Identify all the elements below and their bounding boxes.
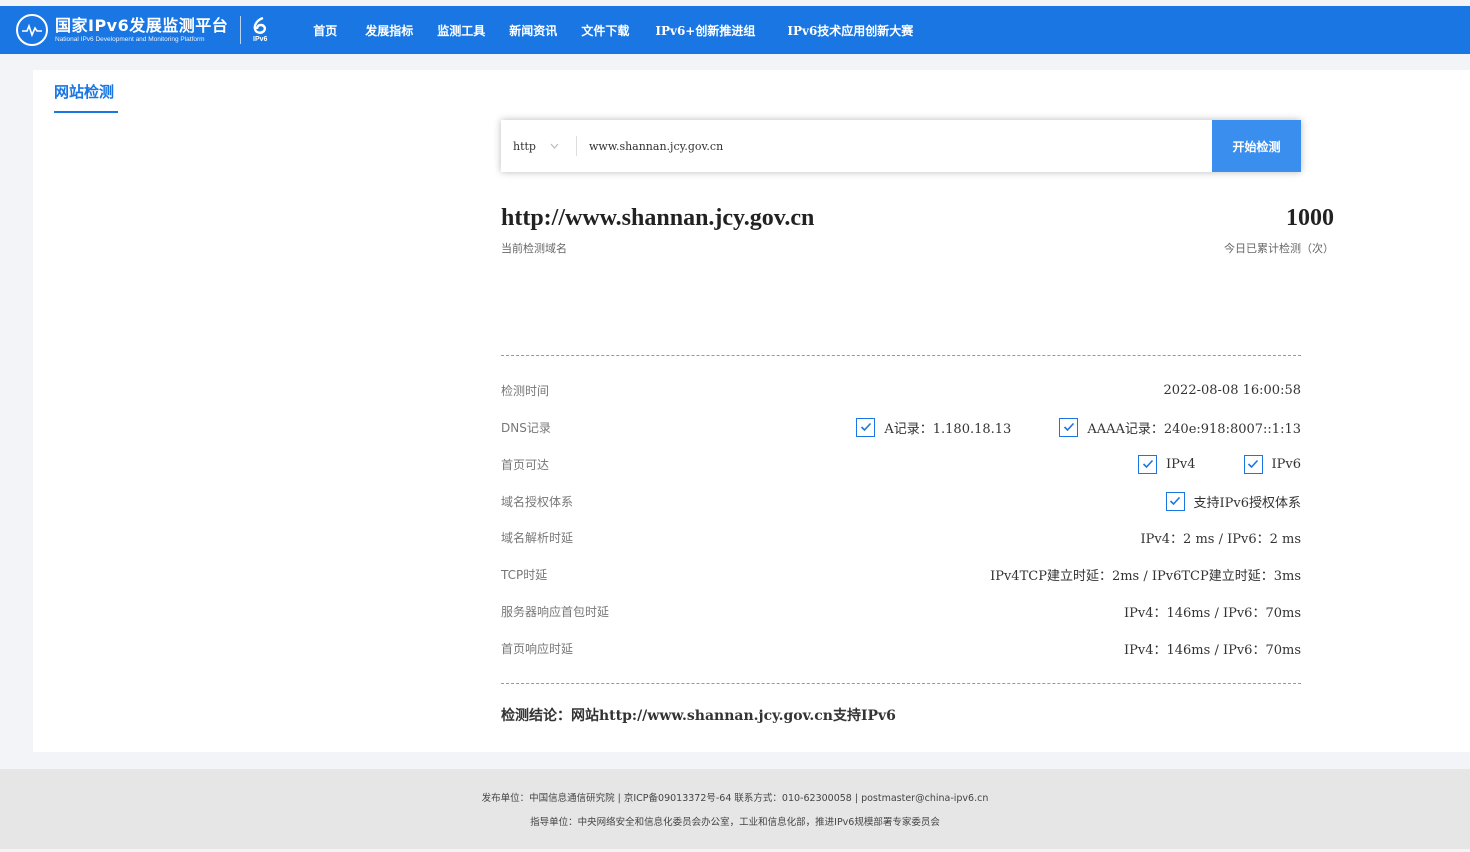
globe-pulse-icon xyxy=(16,14,48,46)
ipv6-logo: IPv6 xyxy=(251,16,269,44)
nav-item-home[interactable]: 首页 xyxy=(313,22,337,39)
logo-separator xyxy=(240,16,242,44)
footer-guidance: 指导单位：中央网络安全和信息化委员会办公室，工业和信息化部，推进IPv6规模部署… xyxy=(530,817,940,828)
nav-item-downloads[interactable]: 文件下载 xyxy=(581,22,629,39)
divider-bottom xyxy=(501,683,1301,684)
dns-values: A记录：1.180.18.13 AAAA记录：240e:918:8007::1:… xyxy=(856,417,1301,437)
reach-label: 首页可达 xyxy=(501,457,550,472)
reach-ipv4-text: IPv4 xyxy=(1166,456,1196,472)
protocol-value: http xyxy=(513,139,536,153)
search-box: http 开始检测 xyxy=(501,120,1301,172)
active-tab-indicator xyxy=(54,111,118,113)
tcp-latency-label: TCP时延 xyxy=(501,567,548,582)
dns-latency-value: IPv4：2 ms / IPv6：2 ms xyxy=(1140,531,1301,547)
logo-text: 国家IPv6发展监测平台 National IPv6 Development a… xyxy=(55,16,228,44)
top-navbar: 国家IPv6发展监测平台 National IPv6 Development a… xyxy=(0,6,1470,54)
checkbox-checked-icon xyxy=(856,417,876,437)
dns-latency-label: 域名解析时延 xyxy=(501,530,574,545)
conclusion-text: 网站http://www.shannan.jcy.gov.cn支持IPv6 xyxy=(571,708,896,724)
row-dns-latency: 域名解析时延 IPv4：2 ms / IPv6：2 ms xyxy=(501,526,1301,548)
url-input[interactable] xyxy=(577,120,1212,172)
checkbox-checked-icon xyxy=(1165,491,1185,511)
nav-item-tools[interactable]: 监测工具 xyxy=(437,22,485,39)
nav-item-ipv6-plus[interactable]: IPv6+创新推进组 xyxy=(655,22,755,39)
auth-support: 支持IPv6授权体系 xyxy=(1165,491,1302,511)
row-check-time: 检测时间 2022-08-08 16:00:58 xyxy=(501,379,1301,401)
tab-website-check[interactable]: 网站检测 xyxy=(54,81,114,102)
conclusion: 检测结论： 网站http://www.shannan.jcy.gov.cn支持I… xyxy=(501,705,896,725)
protocol-select[interactable]: http xyxy=(501,120,576,172)
home-latency-value: IPv4：146ms / IPv6：70ms xyxy=(1124,642,1301,658)
server-latency-value: IPv4：146ms / IPv6：70ms xyxy=(1124,605,1301,621)
row-reachability: 首页可达 IPv4 IPv6 xyxy=(501,453,1301,475)
chevron-down-icon xyxy=(550,141,559,152)
check-count: 1000 xyxy=(1286,205,1334,231)
reach-ipv6-text: IPv6 xyxy=(1271,456,1302,472)
row-dns: DNS记录 A记录：1.180.18.13 AAAA记录：240e:918:80… xyxy=(501,416,1301,438)
dns-a-record-text: A记录：1.180.18.13 xyxy=(884,421,1012,437)
check-time-label: 检测时间 xyxy=(501,383,550,398)
current-domain-caption: 当前检测域名 xyxy=(501,242,567,255)
nav-item-indicators[interactable]: 发展指标 xyxy=(365,22,413,39)
conclusion-prefix: 检测结论： xyxy=(501,708,571,724)
dns-label: DNS记录 xyxy=(501,420,551,435)
server-latency-label: 服务器响应首包时延 xyxy=(501,604,610,619)
auth-support-text: 支持IPv6授权体系 xyxy=(1193,495,1302,511)
footer: 发布单位：中国信息通信研究院 | 京ICP备09013372号-64 联系方式：… xyxy=(0,769,1470,849)
reach-ipv4: IPv4 xyxy=(1138,454,1196,474)
current-domain: http://www.shannan.jcy.gov.cn xyxy=(501,205,815,231)
auth-values: 支持IPv6授权体系 xyxy=(1165,491,1302,511)
home-latency-label: 首页响应时延 xyxy=(501,641,574,656)
dns-a-record: A记录：1.180.18.13 xyxy=(856,417,1012,437)
row-server-latency: 服务器响应首包时延 IPv4：146ms / IPv6：70ms xyxy=(501,600,1301,622)
dns-aaaa-record: AAAA记录：240e:918:8007::1:13 xyxy=(1059,417,1301,437)
ipv6-six-icon xyxy=(253,16,267,34)
logo-title: 国家IPv6发展监测平台 xyxy=(55,16,229,35)
auth-label: 域名授权体系 xyxy=(501,494,574,509)
row-home-latency: 首页响应时延 IPv4：146ms / IPv6：70ms xyxy=(501,637,1301,659)
checkbox-checked-icon xyxy=(1059,417,1079,437)
checkbox-checked-icon xyxy=(1243,454,1263,474)
check-count-caption: 今日已累计检测（次） xyxy=(1224,242,1334,255)
row-auth: 域名授权体系 支持IPv6授权体系 xyxy=(501,490,1301,512)
reach-values: IPv4 IPv6 xyxy=(1138,454,1302,474)
main-nav: 首页 发展指标 监测工具 新闻资讯 文件下载 IPv6+创新推进组 IPv6技术… xyxy=(313,6,913,54)
row-tcp-latency: TCP时延 IPv4TCP建立时延：2ms / IPv6TCP建立时延：3ms xyxy=(501,563,1301,585)
reach-ipv6: IPv6 xyxy=(1243,454,1302,474)
tcp-latency-value: IPv4TCP建立时延：2ms / IPv6TCP建立时延：3ms xyxy=(990,568,1301,584)
site-logo[interactable]: 国家IPv6发展监测平台 National IPv6 Development a… xyxy=(16,6,269,54)
nav-item-contest[interactable]: IPv6技术应用创新大赛 xyxy=(787,22,913,39)
dns-aaaa-record-text: AAAA记录：240e:918:8007::1:13 xyxy=(1087,421,1301,437)
check-time-value: 2022-08-08 16:00:58 xyxy=(1163,382,1301,398)
logo-subtitle: National IPv6 Development and Monitoring… xyxy=(55,36,205,43)
nav-item-news[interactable]: 新闻资讯 xyxy=(509,22,557,39)
divider-top xyxy=(501,355,1301,356)
footer-publisher: 发布单位：中国信息通信研究院 | 京ICP备09013372号-64 联系方式：… xyxy=(481,793,989,804)
start-check-button[interactable]: 开始检测 xyxy=(1212,120,1301,172)
ipv6-logo-label: IPv6 xyxy=(253,36,268,43)
checkbox-checked-icon xyxy=(1138,454,1157,474)
